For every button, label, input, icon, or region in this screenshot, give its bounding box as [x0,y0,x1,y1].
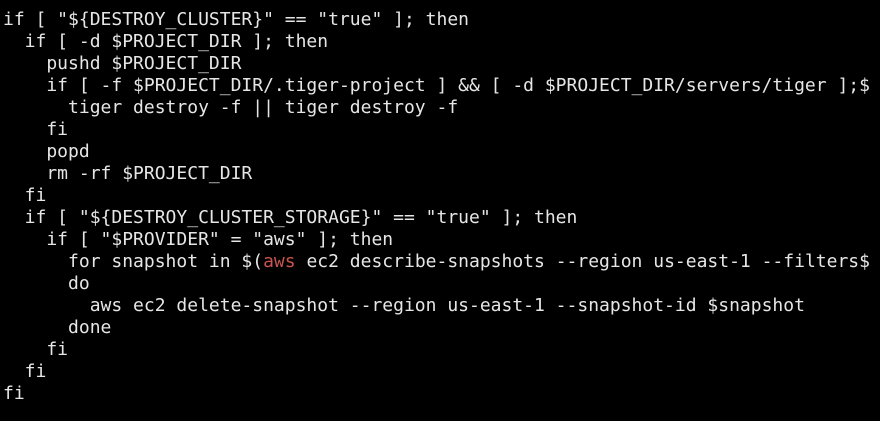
code-line-12-prefix: for snapshot in $( [3,251,264,272]
code-line-11: if [ "$PROVIDER" = "aws" ]; then [3,229,394,250]
code-line-15: done [3,317,112,338]
code-line-7: popd [3,141,90,162]
code-line-10: if [ "${DESTROY_CLUSTER_STORAGE}" == "tr… [3,207,578,228]
code-line-2: if [ -d $PROJECT_DIR ]; then [3,31,329,52]
terminal-window[interactable]: if [ "${DESTROY_CLUSTER}" == "true" ]; t… [0,0,880,421]
code-line-9: fi [3,185,47,206]
code-line-5: tiger destroy -f || tiger destroy -f [3,97,459,118]
code-line-8: rm -rf $PROJECT_DIR [3,163,253,184]
code-line-16: fi [3,339,69,360]
code-line-12: for snapshot in $(aws ec2 describe-snaps… [0,251,880,273]
code-line-14: aws ec2 delete-snapshot --region us-east… [3,295,805,316]
code-line-18: fi [3,383,25,404]
highlighted-aws-token: aws [263,251,296,272]
code-line-6: fi [3,119,69,140]
code-line-1: if [ "${DESTROY_CLUSTER}" == "true" ]; t… [3,9,469,30]
code-line-3: pushd $PROJECT_DIR [3,53,242,74]
code-line-12-suffix: ec2 describe-snapshots --region us-east-… [295,251,870,272]
code-line-13: do [3,273,90,294]
code-line-17: fi [3,361,47,382]
code-line-4: if [ -f $PROJECT_DIR/.tiger-project ] &&… [3,75,870,96]
